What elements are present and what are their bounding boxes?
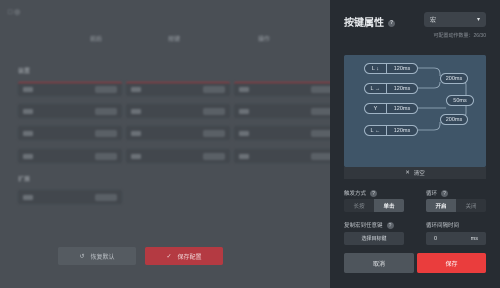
trigger-option-click[interactable]: 单击 — [374, 199, 404, 212]
close-icon: ✕ — [405, 170, 410, 176]
bg-reset-button: ↺ 恢复默认 — [58, 247, 136, 265]
loop-interval-label: 循环间隔时间 — [426, 223, 460, 229]
sequence-node[interactable]: L → 120ms — [364, 83, 418, 94]
loop-option-on[interactable]: 开启 — [426, 199, 456, 212]
copy-macro-label: 复制宏到任意键? — [344, 221, 394, 230]
trigger-option-hold[interactable]: 长按 — [344, 199, 374, 212]
help-icon[interactable]: ? — [370, 190, 378, 198]
sequence-node[interactable]: Y 120ms — [364, 103, 418, 114]
help-icon[interactable]: ? — [441, 190, 449, 198]
check-icon: ✓ — [166, 253, 172, 260]
bg-col-header: 操作 — [258, 37, 271, 43]
bg-section-label: 扩展 — [18, 177, 31, 183]
bg-row — [18, 149, 338, 163]
background-config-view: □ ◎ 前后 按键 操作 装置 扩展 ↺ 恢复默认 ✓ 保存配置 — [0, 0, 338, 288]
bg-save-config-button: ✓ 保存配置 — [145, 247, 223, 265]
trigger-mode-toggle: 长按 单击 — [344, 199, 404, 212]
bg-row — [18, 190, 122, 204]
help-icon[interactable]: ? — [388, 19, 395, 27]
select-target-key-button[interactable]: 选择目标键 — [344, 232, 404, 245]
undo-icon: ↺ — [79, 253, 85, 260]
sequence-node[interactable]: L ↓ 120ms — [364, 63, 418, 74]
help-icon[interactable]: ? — [386, 222, 394, 230]
bg-col-header: 按键 — [168, 37, 181, 43]
macro-sequence-canvas[interactable]: L ↓ 120ms L → 120ms Y 120ms L ← 120ms 20… — [344, 55, 486, 167]
bg-row — [18, 104, 338, 118]
caret-down-icon: ▾ — [476, 17, 480, 23]
bg-row — [18, 82, 338, 96]
loop-interval-input[interactable]: 0 ms — [426, 232, 486, 245]
bg-section-label: 装置 — [18, 69, 31, 75]
interval-node[interactable]: 200ms — [440, 114, 468, 125]
macro-type-select[interactable]: 宏 ▾ — [424, 12, 486, 27]
interval-node[interactable]: 200ms — [440, 73, 468, 84]
bg-row — [18, 126, 338, 140]
trigger-mode-label: 触发方式? — [344, 189, 378, 198]
save-button[interactable]: 保存 — [417, 253, 486, 273]
cancel-button[interactable]: 取消 — [344, 253, 414, 273]
loop-toggle: 开启 关闭 — [426, 199, 486, 212]
clear-button[interactable]: ✕ 清空 — [344, 167, 486, 179]
interval-node[interactable]: 50ms — [446, 95, 474, 106]
loop-label: 循环? — [426, 189, 449, 198]
bg-top-icons: □ ◎ — [8, 9, 21, 16]
key-properties-panel: 按键属性? 宏 ▾ 可配置动作数量：26/30 L ↓ 120ms L → 12… — [330, 0, 500, 288]
sequence-node[interactable]: L ← 120ms — [364, 125, 418, 136]
remaining-actions: 可配置动作数量：26/30 — [433, 33, 486, 39]
loop-option-off[interactable]: 关闭 — [456, 199, 486, 212]
bg-col-header: 前后 — [90, 37, 103, 43]
panel-title: 按键属性? — [344, 18, 395, 29]
